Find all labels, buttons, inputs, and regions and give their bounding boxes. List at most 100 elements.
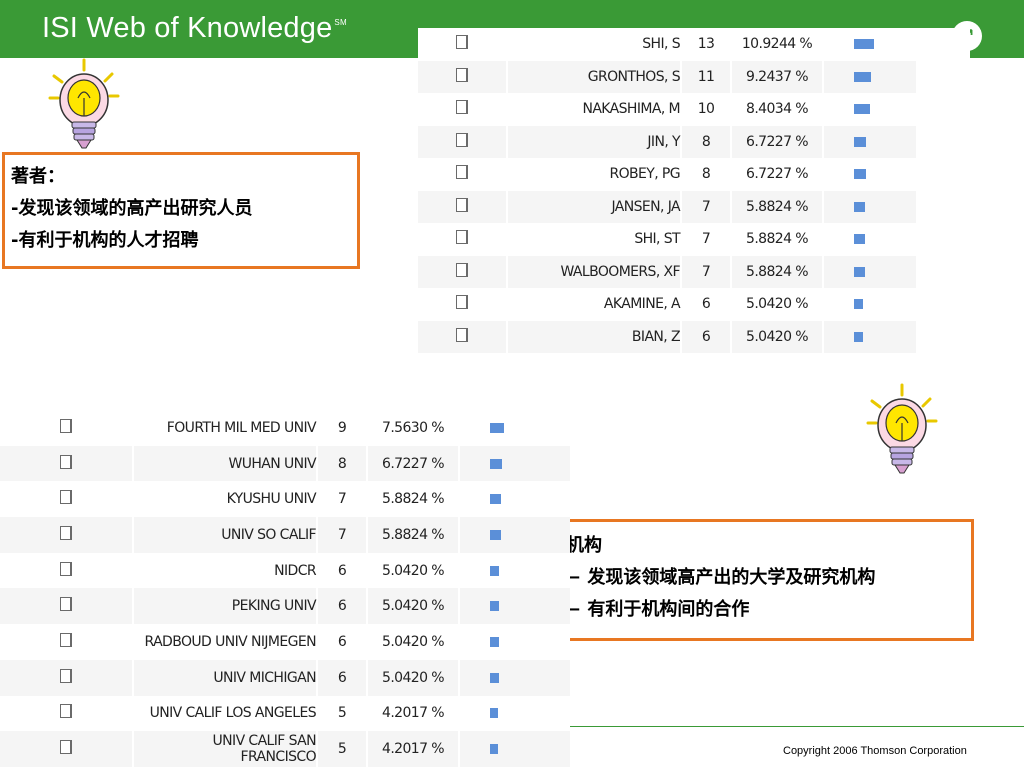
column-gap: [916, 93, 970, 126]
author-row: BIAN, Z 6 5.0420 %: [418, 320, 970, 353]
record-count: 7: [701, 231, 711, 248]
percent-bar-cell: [824, 28, 916, 61]
record-count: 7: [682, 190, 730, 223]
select-checkbox[interactable]: [60, 418, 72, 433]
brand-text: ISI Web of Knowledge: [42, 12, 333, 44]
select-checkbox[interactable]: [60, 525, 72, 540]
brand-logo: ISI Web of Knowledge SM: [42, 12, 347, 45]
record-percent: 5.8824 %: [382, 491, 445, 508]
author-name: ROBEY, PG: [609, 166, 680, 183]
orgs-callout-point-1: − 发现该领域高产出的大学及研究机构: [566, 567, 876, 588]
select-checkbox[interactable]: [60, 597, 72, 612]
record-count: 7: [318, 517, 366, 553]
record-count: 7: [337, 491, 347, 508]
column-gap: [916, 60, 970, 93]
select-checkbox[interactable]: [456, 67, 468, 82]
select-checkbox-cell: [0, 553, 132, 589]
select-checkbox[interactable]: [60, 632, 72, 647]
org-ranking-panel: FOURTH MIL MED UNIV 9 7.5630 % WUHAN UNIV 8 6…: [0, 410, 570, 768]
authors-callout-point-1: -发现该领域的高产出研究人员: [11, 198, 253, 219]
select-checkbox[interactable]: [60, 454, 72, 469]
author-name: NAKASHIMA, M: [582, 101, 680, 118]
org-row: UNIV MICHIGAN 6 5.0420 %: [0, 659, 570, 696]
select-checkbox[interactable]: [456, 165, 468, 180]
author-row: ROBEY, PG 8 6.7227 %: [418, 158, 970, 191]
record-count: 6: [337, 562, 347, 579]
record-count: 6: [337, 633, 347, 650]
author-row: JIN, Y 8 6.7227 %: [418, 125, 970, 158]
lightbulb-icon: [48, 58, 120, 149]
select-checkbox[interactable]: [456, 327, 468, 342]
percent-bar-cell: [460, 588, 570, 625]
authors-callout-title: 著者：: [11, 166, 65, 187]
select-checkbox[interactable]: [456, 295, 468, 310]
record-percent: 5.0420 %: [382, 562, 445, 579]
record-count: 6: [682, 320, 730, 353]
column-gap: [916, 125, 970, 158]
select-checkbox[interactable]: [456, 262, 468, 277]
record-percent: 4.2017 %: [368, 731, 458, 767]
select-checkbox-cell: [418, 93, 506, 126]
percent-bar-cell: [824, 320, 916, 353]
record-count: 9: [337, 419, 347, 436]
org-row: PEKING UNIV 6 5.0420 %: [0, 588, 570, 625]
percent-bar-cell: [824, 93, 916, 126]
author-row: GRONTHOS, S 11 9.2437 %: [418, 60, 970, 93]
record-percent: 5.8824 %: [746, 231, 809, 248]
percent-bar: [854, 201, 865, 212]
record-count: 5: [337, 705, 347, 722]
org-name: NIDCR: [274, 562, 316, 579]
select-checkbox[interactable]: [456, 35, 468, 50]
record-count: 6: [701, 296, 711, 313]
authors-callout: 著者： -发现该领域的高产出研究人员 -有利于机构的人才招聘: [2, 152, 360, 269]
record-percent: 5.0420 %: [368, 659, 458, 696]
record-count: 6: [318, 659, 366, 696]
record-percent: 5.0420 %: [746, 296, 809, 313]
percent-bar-cell: [824, 125, 916, 158]
select-checkbox-cell: [418, 60, 506, 93]
select-checkbox[interactable]: [60, 740, 72, 755]
author-row: JANSEN, JA 7 5.8824 %: [418, 190, 970, 223]
select-checkbox-cell: [0, 481, 132, 517]
select-checkbox[interactable]: [456, 197, 468, 212]
percent-bar: [490, 672, 499, 683]
percent-bar-cell: [460, 517, 570, 553]
select-checkbox[interactable]: [60, 490, 72, 505]
percent-bar: [490, 636, 499, 647]
percent-bar: [854, 104, 870, 115]
footer-divider: [570, 726, 1024, 727]
percent-bar: [854, 266, 865, 277]
select-checkbox-cell: [0, 410, 132, 446]
select-checkbox[interactable]: [60, 704, 72, 719]
select-checkbox[interactable]: [456, 100, 468, 115]
author-ranking-table: SHI, S 13 10.9244 % GRONTHOS, S 11 9.2437 % NA…: [418, 28, 970, 353]
percent-bar-cell: [460, 481, 570, 517]
select-checkbox-cell: [418, 320, 506, 353]
select-checkbox[interactable]: [456, 230, 468, 245]
column-gap: [916, 190, 970, 223]
select-checkbox[interactable]: [60, 668, 72, 683]
org-row: RADBOUD UNIV NIJMEGEN 6 5.0420 %: [0, 624, 570, 660]
select-checkbox[interactable]: [456, 132, 468, 147]
percent-bar: [490, 565, 499, 576]
org-name: UNIV SO CALIF: [134, 517, 317, 553]
author-name: WALBOOMERS, XF: [508, 255, 681, 288]
author-ranking-panel: SHI, S 13 10.9244 % GRONTHOS, S 11 9.2437 % NA…: [418, 28, 970, 358]
record-count: 8: [682, 125, 730, 158]
orgs-callout-title: 机构: [566, 535, 602, 556]
percent-bar-cell: [460, 659, 570, 696]
select-checkbox-cell: [0, 445, 132, 482]
select-checkbox[interactable]: [60, 561, 72, 576]
percent-bar: [490, 458, 502, 469]
record-percent: 6.7227 %: [368, 445, 458, 482]
column-gap: [916, 255, 970, 288]
select-checkbox-cell: [418, 190, 506, 223]
authors-callout-point-2: -有利于机构的人才招聘: [11, 230, 199, 251]
author-name: JANSEN, JA: [508, 190, 681, 223]
percent-bar-cell: [460, 445, 570, 482]
record-percent: 5.8824 %: [368, 517, 458, 553]
record-percent: 7.5630 %: [382, 419, 445, 436]
org-name: WUHAN UNIV: [134, 445, 317, 482]
record-percent: 10.9244 %: [741, 36, 813, 53]
record-percent: 9.2437 %: [732, 60, 822, 93]
